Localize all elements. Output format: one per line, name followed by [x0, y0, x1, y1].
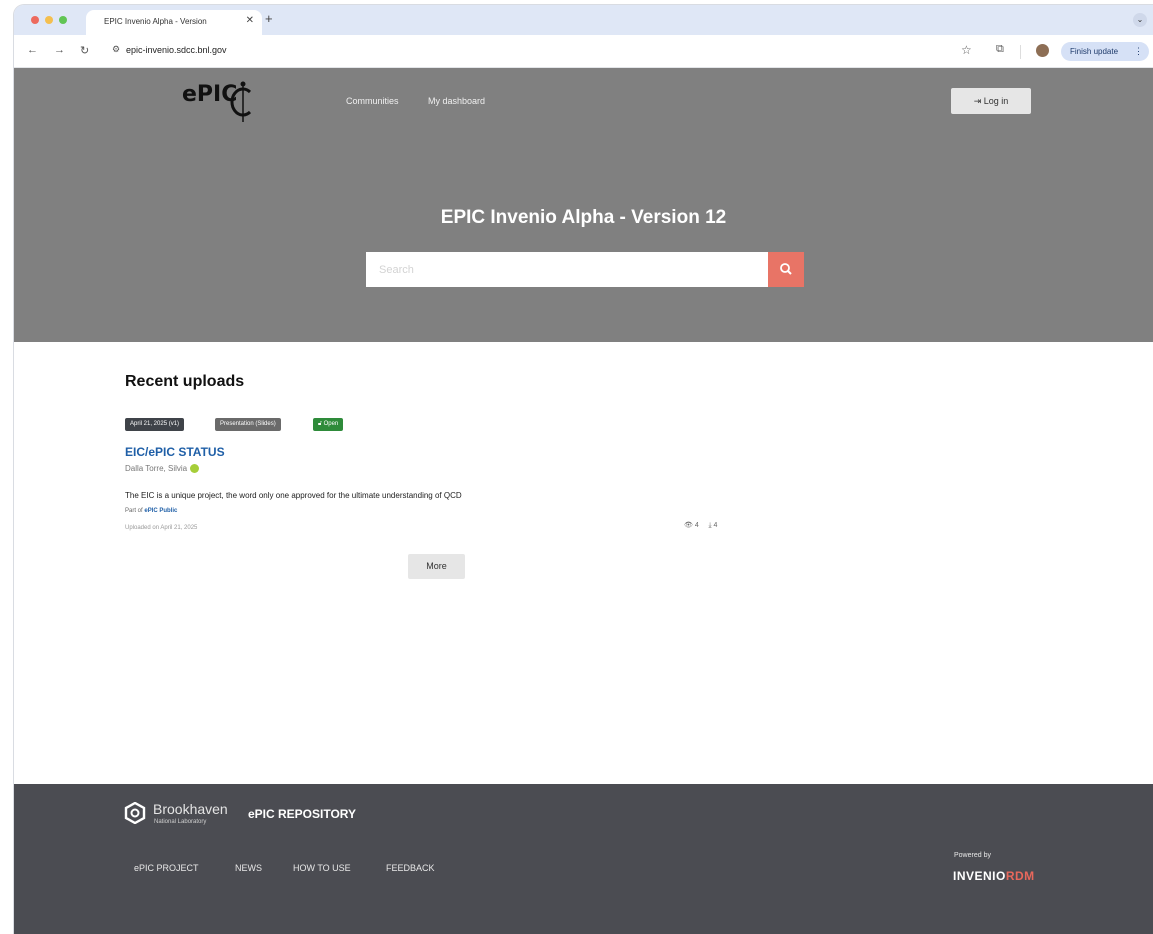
forward-icon[interactable]: →	[54, 44, 65, 56]
tab-close-icon[interactable]: ✕	[246, 15, 254, 26]
login-icon: ⇥	[973, 96, 982, 106]
nav-communities[interactable]: Communities	[346, 96, 399, 106]
tab-search-icon[interactable]: ⌄	[1133, 13, 1147, 27]
back-icon[interactable]: ←	[27, 44, 38, 56]
address-bar[interactable]: ⚙ epic-invenio.sdcc.bnl.gov	[109, 40, 979, 62]
tab-strip: EPIC Invenio Alpha - Version ✕ + ⌄	[14, 5, 1153, 35]
views-count: 4	[694, 522, 699, 529]
org-name: Brookhaven	[153, 801, 228, 817]
bookmark-star-icon[interactable]: ☆	[961, 43, 972, 57]
login-button[interactable]: ⇥ Log in	[951, 88, 1031, 114]
downloads-icon: ⤓	[708, 522, 712, 529]
reload-icon[interactable]: ↻	[80, 44, 89, 57]
invenio-text: INVENIO	[953, 869, 1006, 883]
page-footer: Brookhaven National Laboratory ePIC REPO…	[14, 784, 1153, 934]
page-title: EPIC Invenio Alpha - Version 12	[440, 207, 727, 228]
toolbar-divider	[1020, 45, 1021, 59]
more-menu-icon[interactable]: ⋮	[1134, 42, 1143, 61]
rdm-text: RDM	[1005, 869, 1035, 883]
resource-type-badge: Presentation (Slides)	[215, 418, 281, 431]
footer-link-how-to-use[interactable]: HOW TO USE	[293, 863, 351, 873]
tab-title: EPIC Invenio Alpha - Version	[104, 17, 207, 26]
site-settings-icon[interactable]: ⚙	[112, 44, 120, 55]
browser-tab[interactable]: EPIC Invenio Alpha - Version ✕	[86, 10, 262, 35]
record-title-link[interactable]: EIC/ePIC STATUS	[125, 445, 225, 459]
record-upload-date: Uploaded on April 21, 2025	[125, 525, 198, 531]
browser-toolbar: ← → ↻ ⚙ epic-invenio.sdcc.bnl.gov ☆ ⧉ Fi…	[14, 35, 1153, 68]
part-of-label: Part of	[125, 508, 143, 514]
footer-link-news[interactable]: NEWS	[235, 863, 262, 873]
login-label: Log in	[983, 96, 1009, 106]
extensions-icon[interactable]: ⧉	[996, 43, 1004, 56]
org-subtitle: National Laboratory	[154, 819, 207, 825]
search-input[interactable]	[366, 252, 768, 287]
invenio-rdm-logo[interactable]: INVENIORDM	[953, 869, 1035, 883]
record-author: Dalla Torre, Silvia	[125, 464, 200, 474]
record-description: The EIC is a unique project, the word on…	[125, 491, 462, 500]
repository-name: ePIC REPOSITORY	[248, 807, 357, 821]
profile-avatar[interactable]	[1036, 44, 1049, 57]
footer-link-feedback[interactable]: FEEDBACK	[386, 863, 435, 873]
version-badge: April 21, 2025 (v1)	[125, 418, 185, 431]
minimize-window-button[interactable]	[45, 16, 53, 24]
browser-window: EPIC Invenio Alpha - Version ✕ + ⌄ ← → ↻…	[14, 5, 1153, 934]
close-window-button[interactable]	[31, 16, 39, 24]
new-tab-icon[interactable]: +	[265, 11, 273, 26]
brookhaven-logo-icon[interactable]	[124, 802, 146, 824]
maximize-window-button[interactable]	[59, 16, 67, 24]
powered-by-label: Powered by	[954, 852, 991, 859]
page-header: ePIC Communities My dashboard ⇥ Log in E…	[14, 68, 1153, 342]
search-button[interactable]	[768, 252, 804, 287]
record-stats: 👁︎ 4 ⤓ 4	[684, 521, 717, 530]
downloads-count: 4	[713, 522, 718, 529]
more-button[interactable]: More	[408, 554, 465, 579]
access-badge: 🔓︎ Open	[313, 418, 344, 431]
address-text: epic-invenio.sdcc.bnl.gov	[126, 45, 227, 55]
access-badge-label: Open	[323, 421, 339, 427]
finish-update-label: Finish update	[1070, 47, 1119, 56]
search-icon	[780, 263, 792, 275]
views-icon: 👁︎	[684, 522, 693, 529]
community-link[interactable]: ePIC Public	[144, 508, 177, 514]
recent-uploads-heading: Recent uploads	[125, 373, 245, 390]
orcid-icon[interactable]	[190, 464, 200, 474]
logo-mark-icon	[230, 81, 252, 122]
finish-update-button[interactable]: Finish update ⋮	[1061, 42, 1149, 61]
nav-my-dashboard[interactable]: My dashboard	[428, 96, 485, 106]
footer-link-project[interactable]: ePIC PROJECT	[134, 863, 199, 873]
author-name[interactable]: Dalla Torre, Silvia	[125, 464, 187, 473]
record-community: Part of ePIC Public	[125, 508, 177, 514]
